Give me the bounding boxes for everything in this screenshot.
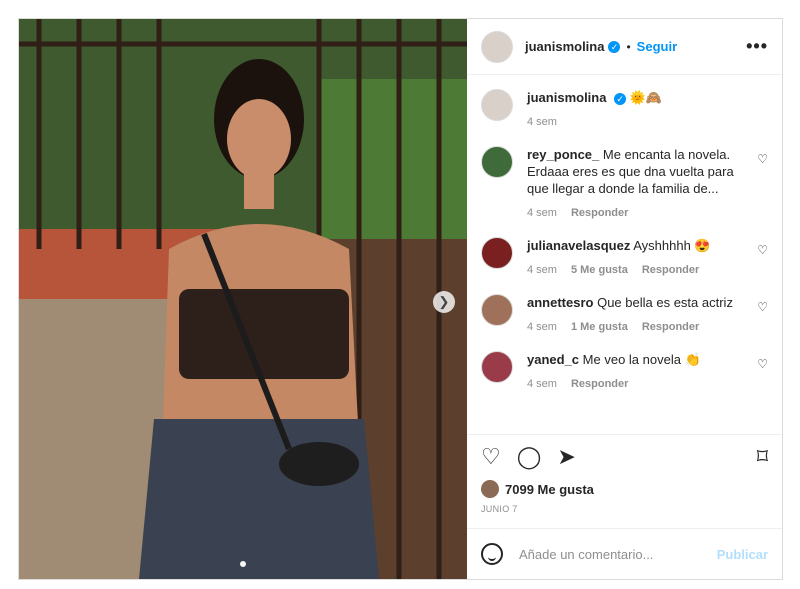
comment-icon[interactable]: ◯: [517, 444, 542, 470]
comment-likes[interactable]: 5 Me gusta: [571, 264, 628, 276]
follow-button[interactable]: Seguir: [637, 39, 677, 54]
caption-time[interactable]: 4 sem: [527, 116, 557, 128]
post-sidebar: juanismolina ✓ • Seguir ••• juanismolina…: [467, 19, 782, 579]
post-header: juanismolina ✓ • Seguir •••: [467, 19, 782, 75]
comment-time[interactable]: 4 sem: [527, 378, 557, 390]
comment-username[interactable]: annettesro: [527, 295, 593, 310]
emoji-icon[interactable]: [481, 543, 503, 565]
publish-button[interactable]: Publicar: [717, 547, 768, 562]
likes-summary[interactable]: 7099 Me gusta: [467, 478, 782, 500]
comment-likes[interactable]: 1 Me gusta: [571, 321, 628, 333]
comment-item: yaned_c Me veo la novela 👏 4 sem Responde…: [481, 351, 768, 390]
comment-avatar[interactable]: [481, 294, 513, 326]
reply-button[interactable]: Responder: [571, 378, 628, 390]
verified-badge-icon: ✓: [614, 93, 627, 105]
comment-avatar[interactable]: [481, 146, 513, 178]
caption-avatar[interactable]: [481, 89, 513, 121]
comment-username[interactable]: rey_ponce_: [527, 147, 599, 162]
like-comment-icon[interactable]: ♡: [757, 152, 768, 166]
comment-text: Me veo la novela 👏: [582, 352, 701, 367]
caption: juanismolina ✓ 🌞🙈 4 sem: [481, 89, 768, 128]
comment-avatar[interactable]: [481, 237, 513, 269]
carousel-dot: [240, 561, 246, 567]
comment-text: Que bella es esta actriz: [597, 295, 733, 310]
reply-button[interactable]: Responder: [642, 264, 699, 276]
author-avatar[interactable]: [481, 30, 513, 63]
photo-image: [19, 19, 467, 579]
post-photo[interactable]: ❯: [19, 19, 467, 579]
caption-text: 🌞🙈: [629, 90, 663, 105]
reply-button[interactable]: Responder: [571, 207, 628, 219]
chevron-right-icon: ❯: [438, 294, 450, 309]
bookmark-icon[interactable]: ⌑: [757, 444, 768, 470]
more-options-icon[interactable]: •••: [746, 36, 768, 57]
send-icon[interactable]: ➤: [557, 444, 575, 470]
heart-icon[interactable]: ♡: [481, 444, 501, 470]
header-separator: •: [626, 39, 631, 54]
comment-item: rey_ponce_ Me encanta la novela. Erdaaa …: [481, 146, 768, 219]
comment-input[interactable]: [517, 545, 717, 563]
comment-avatar[interactable]: [481, 351, 513, 383]
caption-username[interactable]: juanismolina: [527, 90, 606, 105]
like-comment-icon[interactable]: ♡: [757, 357, 768, 371]
post-date: JUNIO 7: [467, 500, 782, 529]
like-comment-icon[interactable]: ♡: [757, 300, 768, 314]
likes-count[interactable]: 7099 Me gusta: [505, 482, 594, 497]
carousel-indicator: [19, 561, 467, 567]
like-comment-icon[interactable]: ♡: [757, 243, 768, 257]
comment-time[interactable]: 4 sem: [527, 264, 557, 276]
comment-time[interactable]: 4 sem: [527, 207, 557, 219]
comment-composer: Publicar: [467, 529, 782, 579]
next-photo-button[interactable]: ❯: [433, 291, 455, 313]
liker-avatar: [481, 480, 499, 498]
comment-item: julianavelasquez Ayshhhhh 😍 4 sem 5 Me gu…: [481, 237, 768, 276]
comment-username[interactable]: julianavelasquez: [527, 238, 630, 253]
comment-username[interactable]: yaned_c: [527, 352, 579, 367]
comment-text: Ayshhhhh 😍: [633, 238, 711, 253]
reply-button[interactable]: Responder: [642, 321, 699, 333]
post-actions: ♡ ◯ ➤ ⌑: [467, 434, 782, 478]
comment-item: annettesro Que bella es esta actriz 4 se…: [481, 294, 768, 333]
post-dialog: ❯ juanismolina ✓ • Seguir ••• juanismoli…: [18, 18, 783, 580]
comment-time[interactable]: 4 sem: [527, 321, 557, 333]
comments-list: juanismolina ✓ 🌞🙈 4 sem rey_ponce_ Me en…: [467, 75, 782, 434]
verified-badge-icon: ✓: [608, 40, 621, 53]
author-username[interactable]: juanismolina: [525, 39, 604, 54]
